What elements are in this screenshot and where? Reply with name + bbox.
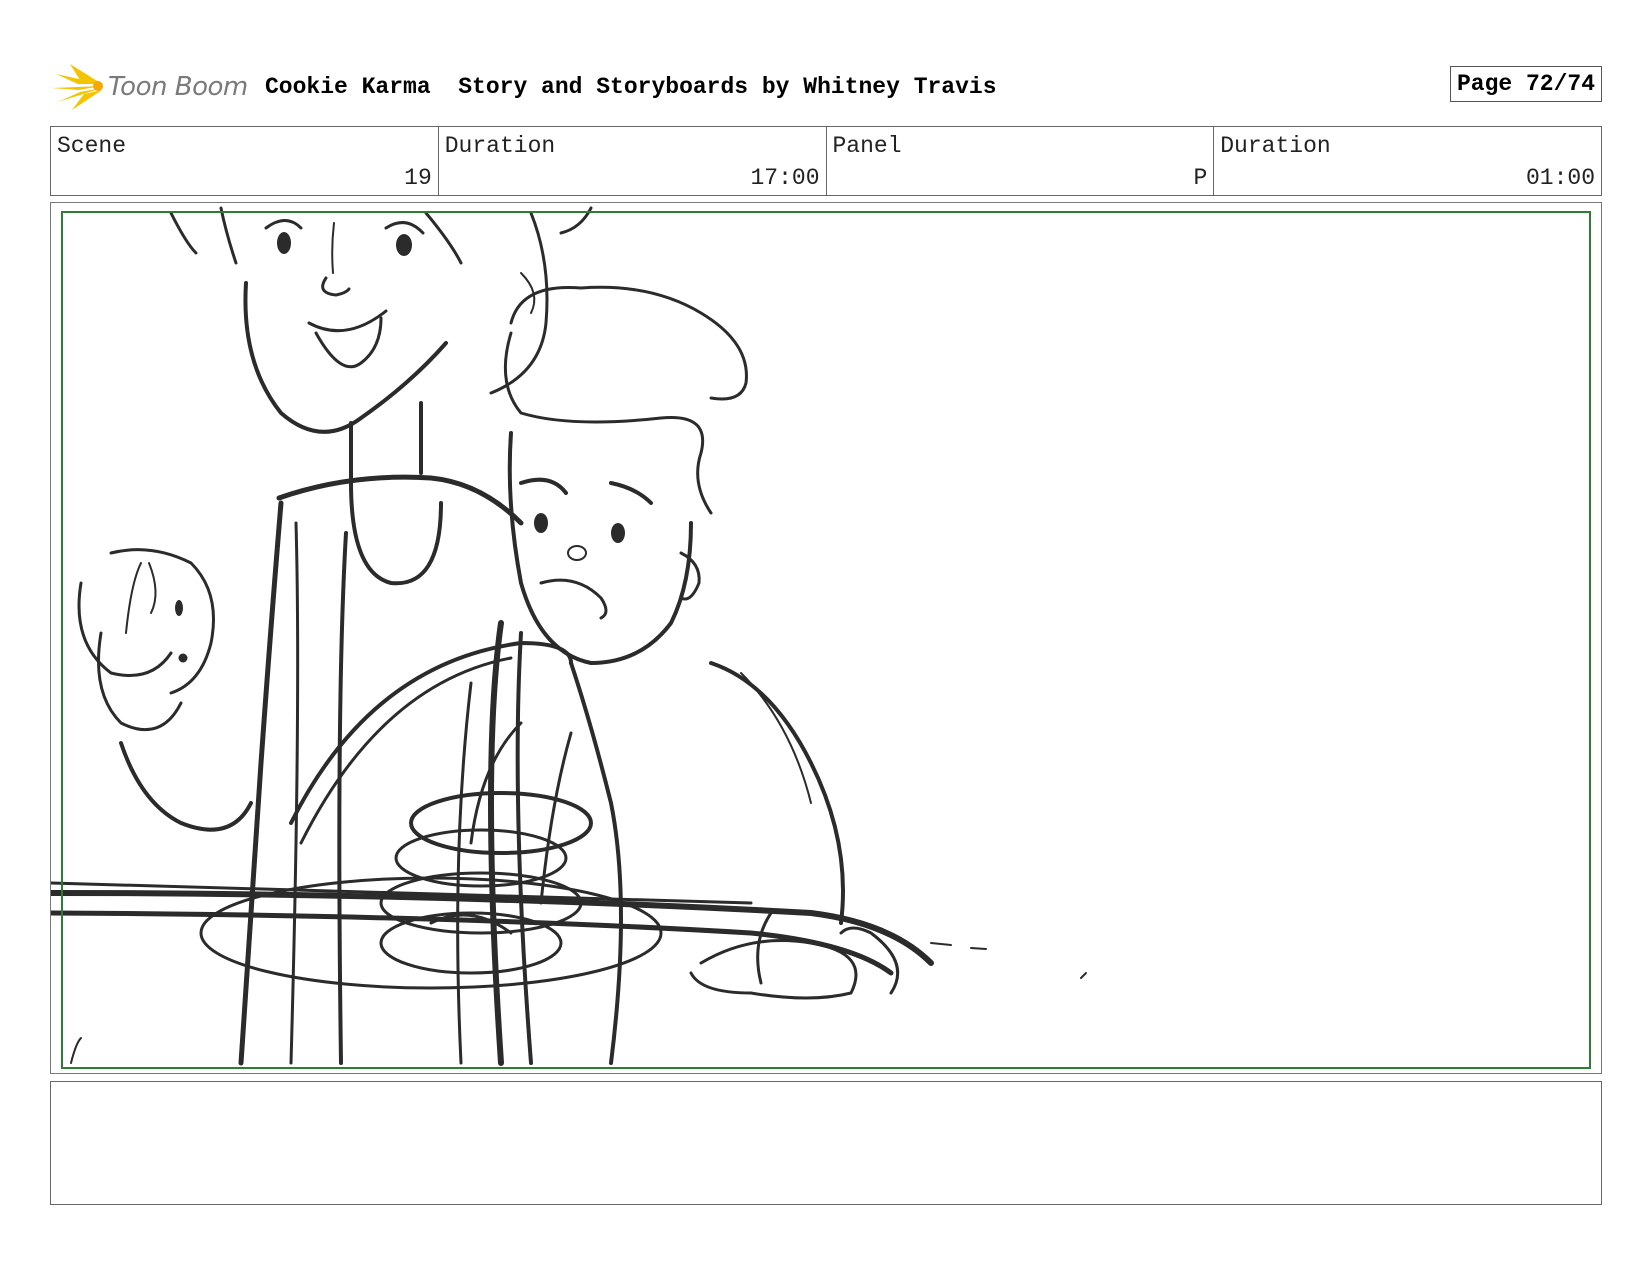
storyboard-panel bbox=[50, 202, 1602, 1074]
page-header: Toon Boom Cookie Karma Story and Storybo… bbox=[50, 58, 1602, 114]
scene-label: Scene bbox=[57, 133, 127, 159]
panel-value: P bbox=[1193, 165, 1208, 191]
page-number: Page 72/74 bbox=[1449, 66, 1602, 102]
document-title: Cookie Karma Story and Storyboards by Wh… bbox=[265, 74, 997, 100]
scene-info-table: Scene 19 Duration 17:00 Panel P Duration… bbox=[50, 126, 1602, 196]
toon-boom-logo: Toon Boom bbox=[50, 60, 250, 112]
panel-notes-box bbox=[50, 1081, 1602, 1205]
panel-duration-label: Duration bbox=[1220, 133, 1331, 159]
star-burst-icon bbox=[52, 64, 103, 110]
logo-text: Toon Boom bbox=[108, 72, 248, 102]
panel-label: Panel bbox=[832, 133, 902, 159]
scene-value: 19 bbox=[404, 165, 432, 191]
panel-duration-value: 01:00 bbox=[1525, 165, 1595, 191]
scene-duration-cell: Duration 17:00 bbox=[439, 127, 827, 195]
scene-duration-value: 17:00 bbox=[750, 165, 820, 191]
scene-duration-label: Duration bbox=[444, 133, 556, 159]
scene-cell: Scene 19 bbox=[51, 127, 439, 195]
panel-duration-cell: Duration 01:00 bbox=[1214, 127, 1601, 195]
panel-cell: Panel P bbox=[827, 127, 1215, 195]
safe-area-frame bbox=[61, 211, 1591, 1069]
